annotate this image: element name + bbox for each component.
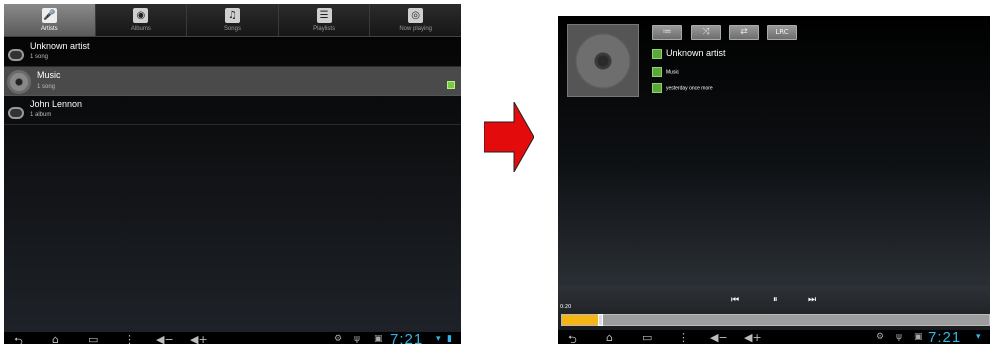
wifi-icon: ▾ xyxy=(436,334,441,344)
song-icon xyxy=(652,83,662,93)
repeat-button[interactable]: ⇄ xyxy=(729,25,759,40)
artist-count: 1 song xyxy=(37,84,56,90)
settings-icon: ⚙ xyxy=(334,334,343,344)
list-item[interactable]: Music 1 song xyxy=(4,67,461,96)
wifi-icon: ▾ xyxy=(976,332,981,342)
tab-now-playing[interactable]: ◎ Now playing xyxy=(370,4,461,36)
album-icon: ◉ xyxy=(133,8,149,23)
recent-apps-icon[interactable]: ▭ xyxy=(642,331,652,344)
volume-down-icon[interactable]: ◀− xyxy=(710,331,728,344)
volume-up-icon[interactable]: ◀+ xyxy=(744,331,762,344)
system-navbar: ⮌ ⌂ ▭ ⋮ ◀− ◀+ ⚙ ψ ▣ 7:21 ▾ xyxy=(558,329,990,344)
artist-name: Music xyxy=(37,70,61,80)
transition-arrow-icon xyxy=(484,102,534,172)
usb-icon: ψ xyxy=(896,332,902,342)
artist-list: Unknown artist 1 song Music 1 song John … xyxy=(4,38,461,332)
shuffle-button[interactable]: ⤨ xyxy=(691,25,721,40)
artist-count: 1 album xyxy=(30,112,52,118)
settings-icon: ⚙ xyxy=(876,332,885,342)
artist-count: 1 song xyxy=(30,54,49,60)
status-clock: 7:21 xyxy=(928,329,962,344)
list-button[interactable]: ≔ xyxy=(652,25,682,40)
tab-label: Playlists xyxy=(313,26,336,32)
song-info: yesterday once more xyxy=(652,83,713,93)
playlist-icon: ☰ xyxy=(316,8,332,23)
pause-button[interactable]: ⏸ xyxy=(773,295,778,305)
tab-label: Songs xyxy=(223,26,241,32)
seek-bar-progress xyxy=(562,315,601,325)
library-tabbar: 🎤 Artists ◉ Albums ♫ Songs ☰ Playlists ◎… xyxy=(4,4,461,37)
playback-controls: 0:20 ⏮ ⏸ ⏭ xyxy=(558,286,990,330)
notification-icon: ▣ xyxy=(374,334,383,344)
volume-up-icon[interactable]: ◀+ xyxy=(190,333,208,344)
now-playing-indicator-icon xyxy=(447,81,455,89)
notification-icon: ▣ xyxy=(914,332,923,342)
album-art xyxy=(567,24,639,97)
tab-label: Artists xyxy=(40,26,58,32)
music-note-icon: ♫ xyxy=(224,8,240,23)
seek-bar-thumb[interactable] xyxy=(598,314,604,326)
now-playing-icon: ◎ xyxy=(408,8,424,23)
tab-label: Now playing xyxy=(399,26,433,32)
home-icon[interactable]: ⌂ xyxy=(606,331,613,344)
volume-down-icon[interactable]: ◀− xyxy=(156,333,174,344)
list-item[interactable]: John Lennon 1 album xyxy=(4,96,461,125)
microphone-icon: 🎤 xyxy=(41,8,57,23)
back-icon[interactable]: ⮌ xyxy=(14,333,23,344)
list-item[interactable]: Unknown artist 1 song xyxy=(4,38,461,67)
tab-playlists[interactable]: ☰ Playlists xyxy=(279,4,371,36)
player-area: ≔ ⤨ ⇄ LRC Unknown artist Music yesterday… xyxy=(558,16,990,286)
seek-bar[interactable] xyxy=(561,314,990,326)
menu-icon[interactable]: ⋮ xyxy=(678,331,689,344)
back-icon[interactable]: ⮌ xyxy=(568,331,577,344)
album-name: Music xyxy=(666,69,680,76)
next-button[interactable]: ⏭ xyxy=(808,295,816,305)
usb-icon: ψ xyxy=(354,334,360,344)
tab-songs[interactable]: ♫ Songs xyxy=(187,4,279,36)
artist-icon xyxy=(8,49,24,61)
album-icon xyxy=(652,67,662,77)
recent-apps-icon[interactable]: ▭ xyxy=(88,333,98,344)
home-icon[interactable]: ⌂ xyxy=(52,333,59,344)
now-playing-screen: ≔ ⤨ ⇄ LRC Unknown artist Music yesterday… xyxy=(558,16,990,344)
song-title: yesterday once more xyxy=(666,85,713,92)
artist-name: Unknown artist xyxy=(30,41,90,51)
lyrics-button[interactable]: LRC xyxy=(767,25,797,40)
artist-name: John Lennon xyxy=(30,99,83,109)
album-info: Music xyxy=(652,67,679,77)
album-disc-icon xyxy=(575,33,631,89)
music-library-screen: 🎤 Artists ◉ Albums ♫ Songs ☰ Playlists ◎… xyxy=(4,4,461,344)
album-disc-icon xyxy=(7,70,31,94)
tab-albums[interactable]: ◉ Albums xyxy=(96,4,188,36)
previous-button[interactable]: ⏮ xyxy=(731,295,739,305)
system-navbar: ⮌ ⌂ ▭ ⋮ ◀− ◀+ ⚙ ψ ▣ 7:21 ▾ ▮ xyxy=(4,331,461,344)
battery-icon: ▮ xyxy=(447,334,452,344)
status-clock: 7:21 xyxy=(390,331,424,344)
elapsed-time: 0:20 xyxy=(560,304,572,310)
menu-icon[interactable]: ⋮ xyxy=(124,333,135,344)
tab-artists[interactable]: 🎤 Artists xyxy=(4,4,96,36)
artist-icon xyxy=(8,107,24,119)
tab-label: Albums xyxy=(130,26,151,32)
artist-info: Unknown artist xyxy=(652,48,726,59)
artist-name: Unknown artist xyxy=(666,48,726,58)
artist-icon xyxy=(652,48,662,59)
